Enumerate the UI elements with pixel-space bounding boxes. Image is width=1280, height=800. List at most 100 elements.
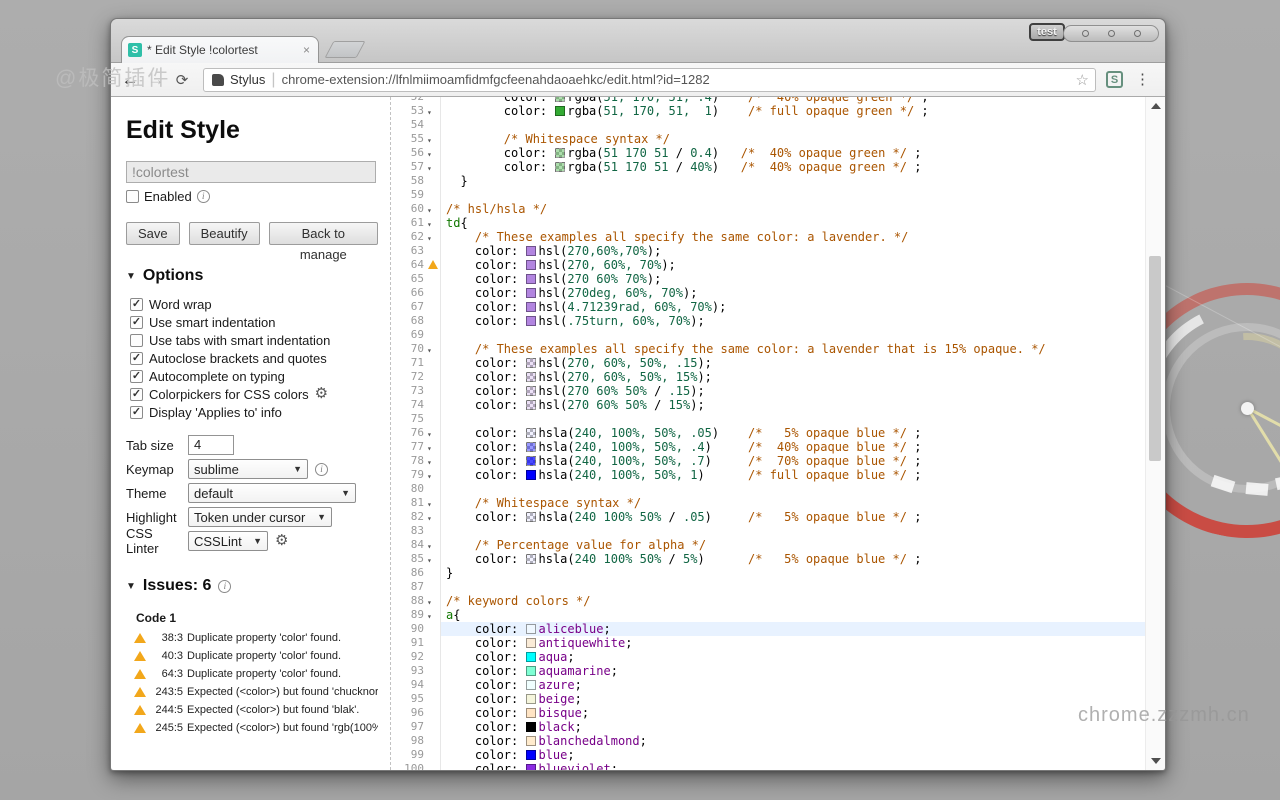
code-line[interactable]: 60▾/* hsl/hsla */ (391, 202, 1145, 216)
color-swatch[interactable] (526, 554, 536, 564)
line-text[interactable] (440, 524, 1145, 538)
titlebar[interactable]: S * Edit Style !colortest × test (111, 19, 1165, 63)
url-text[interactable]: chrome-extension://lfnlmiimoamfidmfgcfee… (282, 72, 1087, 87)
fold-arrow-icon[interactable]: ▾ (427, 430, 432, 439)
code-line[interactable]: 64 color: hsl(270, 60%, 70%); (391, 258, 1145, 272)
page-scrollbar[interactable] (1145, 97, 1165, 770)
code-line[interactable]: 69 (391, 328, 1145, 342)
tab-size-input[interactable]: 4 (188, 435, 234, 455)
line-text[interactable]: color: beige; (440, 692, 1145, 706)
color-swatch[interactable] (526, 260, 536, 270)
line-text[interactable]: /* Whitespace syntax */ (440, 132, 1145, 146)
code-line[interactable]: 68 color: hsl(.75turn, 60%, 70%); (391, 314, 1145, 328)
code-line[interactable]: 87 (391, 580, 1145, 594)
save-button[interactable]: Save (126, 222, 180, 245)
line-text[interactable]: color: hsla(240 100% 50% / .05) /* 5% op… (440, 510, 1145, 524)
tab-edit-style[interactable]: S * Edit Style !colortest × (121, 36, 319, 63)
code-line[interactable]: 80 (391, 482, 1145, 496)
fold-arrow-icon[interactable]: ▾ (427, 164, 432, 173)
line-text[interactable]: color: aqua; (440, 650, 1145, 664)
line-text[interactable] (440, 580, 1145, 594)
fold-arrow-icon[interactable]: ▾ (427, 472, 432, 481)
code-line[interactable]: 89▾a{ (391, 608, 1145, 622)
scroll-down-icon[interactable] (1151, 758, 1161, 764)
code-line[interactable]: 61▾td{ (391, 216, 1145, 230)
code-line[interactable]: 79▾ color: hsla(240, 100%, 50%, 1) /* fu… (391, 468, 1145, 482)
style-name-input[interactable]: !colortest (126, 161, 376, 183)
line-text[interactable]: color: hsl(270,60%,70%); (440, 244, 1145, 258)
color-swatch[interactable] (526, 316, 536, 326)
line-text[interactable]: color: bisque; (440, 706, 1145, 720)
line-text[interactable]: color: azure; (440, 678, 1145, 692)
color-swatch[interactable] (526, 512, 536, 522)
enabled-checkbox[interactable] (126, 190, 139, 203)
code-line[interactable]: 90 color: aliceblue; (391, 622, 1145, 636)
code-line[interactable]: 83 (391, 524, 1145, 538)
color-swatch[interactable] (526, 666, 536, 676)
url-bar[interactable]: Stylus | chrome-extension://lfnlmiimoamf… (203, 68, 1096, 92)
code-line[interactable]: 66 color: hsl(270deg, 60%, 70%); (391, 286, 1145, 300)
color-swatch[interactable] (526, 246, 536, 256)
tab-close-icon[interactable]: × (301, 43, 312, 57)
code-line[interactable]: 74 color: hsl(270 60% 50% / 15%); (391, 398, 1145, 412)
line-text[interactable]: color: hsl(270 60% 50% / 15%); (440, 398, 1145, 412)
code-line[interactable]: 58 } (391, 174, 1145, 188)
options-section-header[interactable]: ▼ Options (126, 267, 378, 285)
code-line[interactable]: 88▾/* keyword colors */ (391, 594, 1145, 608)
color-swatch[interactable] (555, 148, 565, 158)
color-swatch[interactable] (555, 106, 565, 116)
code-line[interactable]: 56▾ color: rgba(51 170 51 / 0.4) /* 40% … (391, 146, 1145, 160)
color-swatch[interactable] (526, 694, 536, 704)
code-line[interactable]: 81▾ /* Whitespace syntax */ (391, 496, 1145, 510)
color-swatch[interactable] (526, 722, 536, 732)
bookmark-star-icon[interactable]: ☆ (1076, 71, 1089, 89)
line-text[interactable] (440, 328, 1145, 342)
code-line[interactable]: 93 color: aquamarine; (391, 664, 1145, 678)
color-swatch[interactable] (526, 456, 536, 466)
lint-issue-row[interactable]: 64:3Duplicate property 'color' found. (134, 665, 378, 683)
fold-arrow-icon[interactable]: ▾ (427, 346, 432, 355)
code-line[interactable]: 97 color: black; (391, 720, 1145, 734)
line-text[interactable]: /* These examples all specify the same c… (440, 230, 1145, 244)
code-line[interactable]: 99 color: blue; (391, 748, 1145, 762)
color-swatch[interactable] (555, 97, 565, 102)
color-swatch[interactable] (526, 750, 536, 760)
option-checkbox[interactable]: ✓ (130, 316, 143, 329)
new-tab-button[interactable] (324, 41, 365, 58)
code-line[interactable]: 85▾ color: hsla(240 100% 50% / 5%) /* 5%… (391, 552, 1145, 566)
line-text[interactable]: color: hsl(.75turn, 60%, 70%); (440, 314, 1145, 328)
line-text[interactable]: color: hsl(270, 60%, 50%, .15); (440, 356, 1145, 370)
code-line[interactable]: 91 color: antiquewhite; (391, 636, 1145, 650)
code-line[interactable]: 82▾ color: hsla(240 100% 50% / .05) /* 5… (391, 510, 1145, 524)
lint-issue-row[interactable]: 244:5Expected (<color>) but found 'blak'… (134, 701, 378, 719)
code-line[interactable]: 73 color: hsl(270 60% 50% / .15); (391, 384, 1145, 398)
color-swatch[interactable] (555, 162, 565, 172)
option-checkbox[interactable]: ✓ (130, 388, 143, 401)
code-line[interactable]: 52 color: rgba(51, 170, 51, .4) /* 40% o… (391, 97, 1145, 104)
code-line[interactable]: 76▾ color: hsla(240, 100%, 50%, .05) /* … (391, 426, 1145, 440)
code-line[interactable]: 70▾ /* These examples all specify the sa… (391, 342, 1145, 356)
color-swatch[interactable] (526, 288, 536, 298)
code-line[interactable]: 75 (391, 412, 1145, 426)
line-text[interactable]: color: hsl(4.71239rad, 60%, 70%); (440, 300, 1145, 314)
line-text[interactable]: /* Percentage value for alpha */ (440, 538, 1145, 552)
code-line[interactable]: 67 color: hsl(4.71239rad, 60%, 70%); (391, 300, 1145, 314)
option-checkbox[interactable]: ✓ (130, 352, 143, 365)
color-swatch[interactable] (526, 358, 536, 368)
code-line[interactable]: 96 color: bisque; (391, 706, 1145, 720)
fold-arrow-icon[interactable]: ▾ (427, 136, 432, 145)
line-text[interactable]: color: hsl(270, 60%, 70%); (440, 258, 1145, 272)
code-editor[interactable]: 52 color: rgba(51, 170, 51, .4) /* 40% o… (391, 97, 1145, 770)
code-line[interactable]: 62▾ /* These examples all specify the sa… (391, 230, 1145, 244)
option-checkbox[interactable]: ✓ (130, 370, 143, 383)
close-button[interactable] (1134, 30, 1141, 37)
lint-issue-row[interactable]: 40:3Duplicate property 'color' found. (134, 647, 378, 665)
fold-arrow-icon[interactable]: ▾ (427, 206, 432, 215)
line-text[interactable]: color: antiquewhite; (440, 636, 1145, 650)
code-line[interactable]: 65 color: hsl(270 60% 70%); (391, 272, 1145, 286)
code-line[interactable]: 92 color: aqua; (391, 650, 1145, 664)
chrome-menu-icon[interactable]: ⋮ (1135, 77, 1149, 83)
color-swatch[interactable] (526, 736, 536, 746)
line-text[interactable]: color: hsla(240 100% 50% / 5%) /* 5% opa… (440, 552, 1145, 566)
setting-select[interactable]: default▼ (188, 483, 356, 503)
